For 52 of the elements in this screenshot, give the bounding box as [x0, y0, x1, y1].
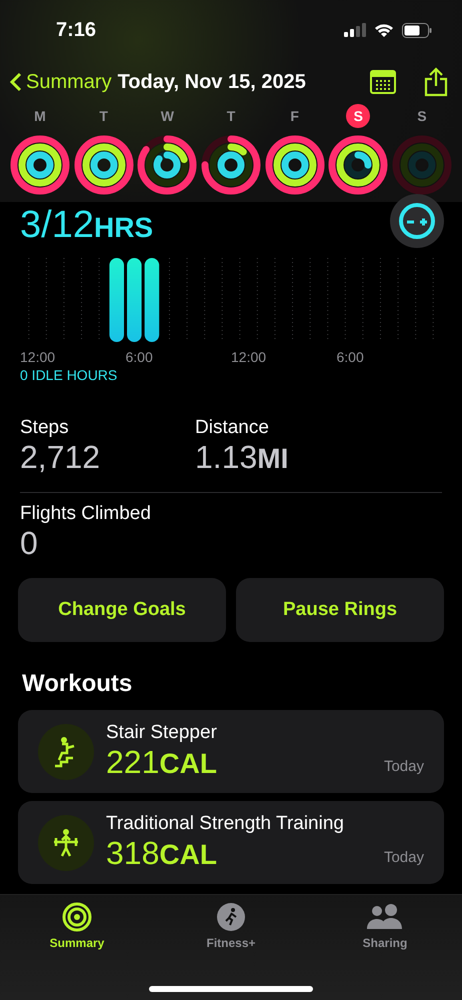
idle-hours: 0 IDLE HOURS — [20, 367, 118, 383]
day-letter[interactable]: M — [28, 104, 52, 128]
activity-rings-icon — [9, 134, 71, 196]
date-title: Today, Nov 15, 2025 — [118, 70, 307, 94]
battery-icon — [402, 22, 432, 38]
axis-label: 12:00 — [231, 349, 266, 365]
status-time: 7:16 — [56, 18, 96, 42]
back-button[interactable]: Summary — [10, 70, 112, 94]
day-letter[interactable]: T — [92, 104, 116, 128]
workout-card[interactable]: Traditional Strength Training 318CAL Today — [18, 801, 444, 884]
activity-rings-icon — [327, 134, 390, 196]
activity-rings-icon — [72, 134, 135, 196]
stat-label: Steps — [20, 417, 70, 439]
workout-name: Traditional Strength Training — [106, 813, 345, 835]
workout-calories: 221CAL — [106, 744, 218, 781]
workout-date: Today — [384, 758, 424, 775]
day-letter[interactable]: S — [346, 104, 370, 128]
tab-item[interactable]: Sharing — [330, 901, 440, 957]
stat-value: 1.13MI — [195, 439, 290, 476]
axis-label: 6:00 — [336, 349, 364, 365]
chevron-left-icon — [10, 72, 22, 92]
day-letter[interactable]: T — [218, 104, 243, 128]
activity-rings-icon — [200, 134, 262, 196]
stat-label: Distance — [195, 417, 270, 439]
activity-rings-icon — [390, 134, 453, 196]
rings-icon — [62, 902, 92, 932]
signal-icon — [344, 23, 366, 37]
activity-rings-icon — [264, 134, 326, 196]
workout-date: Today — [384, 849, 424, 866]
stand-value: 3/12HRS — [20, 204, 154, 247]
action-button[interactable]: Pause Rings — [236, 578, 444, 642]
workout-name: Stair Stepper — [106, 722, 218, 744]
runner-icon — [216, 902, 246, 932]
weightlifter-icon — [52, 828, 80, 858]
action-button[interactable]: Change Goals — [18, 578, 226, 642]
axis-label: 12:00 — [20, 349, 56, 365]
day-letter[interactable]: F — [282, 104, 307, 128]
tab-item[interactable]: Fitness+ — [176, 901, 286, 957]
people-icon — [366, 902, 404, 932]
workout-calories: 318CAL — [106, 835, 218, 872]
adjust-goal-button[interactable] — [390, 194, 444, 248]
day-letter[interactable]: S — [410, 104, 434, 128]
day-letter[interactable]: W — [155, 104, 180, 128]
activity-rings-icon — [136, 134, 198, 196]
axis-label: 6:00 — [126, 349, 153, 365]
workout-card[interactable]: Stair Stepper 221CAL Today — [18, 710, 444, 793]
section-title: Workouts — [22, 670, 134, 698]
tab-item[interactable]: Summary — [22, 901, 132, 957]
stat-value: 2,712 — [20, 439, 102, 476]
stat-value: 0 — [20, 525, 39, 562]
wifi-icon — [374, 23, 394, 37]
stat-label: Flights Climbed — [20, 503, 152, 525]
